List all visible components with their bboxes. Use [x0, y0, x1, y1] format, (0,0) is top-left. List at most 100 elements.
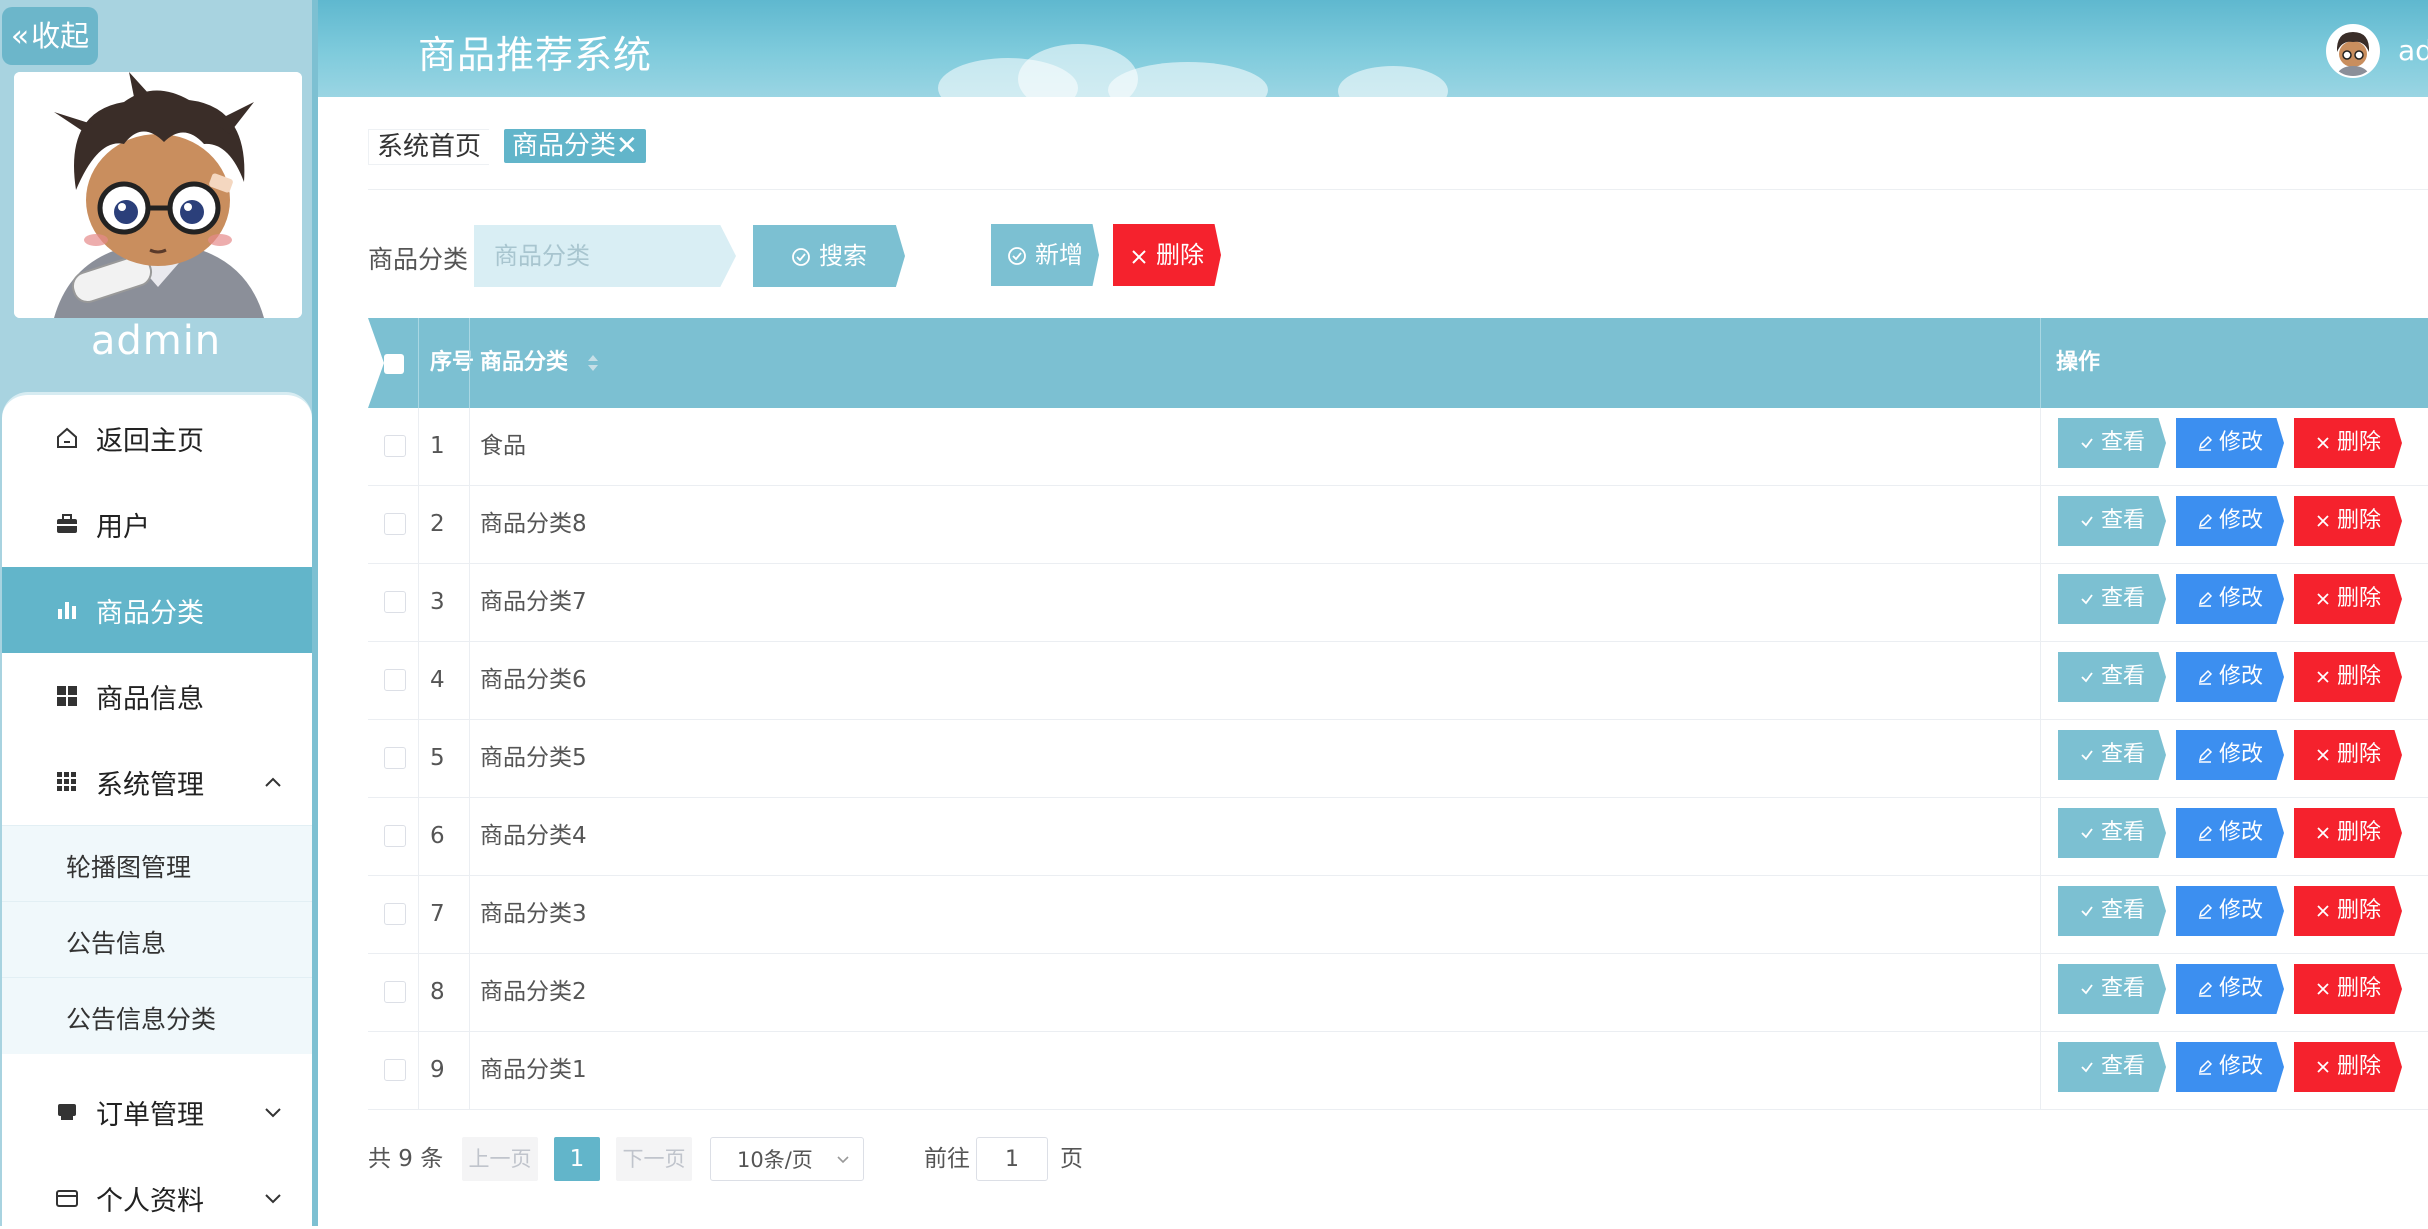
- collapse-button[interactable]: «收起: [2, 7, 98, 65]
- delete-button[interactable]: 删除: [2294, 652, 2402, 702]
- row-checkbox[interactable]: [384, 591, 406, 613]
- column-divider: [418, 486, 419, 563]
- collapse-label: 收起: [31, 19, 90, 53]
- header-avatar[interactable]: [2326, 24, 2380, 78]
- sidebar-item-label: 订单管理: [96, 1100, 204, 1131]
- view-button[interactable]: 查看: [2058, 808, 2166, 858]
- sidebar-username: admin: [90, 318, 222, 364]
- search-label: 商品分类: [368, 245, 469, 274]
- edit-button[interactable]: 修改: [2176, 964, 2284, 1014]
- next-page-button[interactable]: 下一页: [616, 1137, 692, 1181]
- edit-icon: [2198, 747, 2213, 763]
- table-row: 8 商品分类2 查看 修改 删除: [368, 954, 2428, 1032]
- edit-button[interactable]: 修改: [2176, 652, 2284, 702]
- edit-button-label: 修改: [2218, 742, 2263, 767]
- sidebar-item-order-management[interactable]: 订单管理: [2, 1069, 312, 1155]
- page-number-button[interactable]: 1: [554, 1137, 600, 1181]
- row-category: 商品分类5: [480, 745, 587, 771]
- column-divider: [469, 564, 470, 641]
- close-icon[interactable]: ✕: [616, 131, 638, 161]
- row-category: 食品: [480, 433, 526, 459]
- delete-button[interactable]: 删除: [2294, 730, 2402, 780]
- sidebar-item-system-management[interactable]: 系统管理: [2, 739, 312, 825]
- sidebar-menu: 返回主页 用户 商品分类 商品信息 系统管理 轮播图管理 公告信息 公告信息分类…: [2, 392, 312, 1229]
- row-checkbox[interactable]: [384, 825, 406, 847]
- row-index: 7: [430, 901, 445, 927]
- add-button[interactable]: 新增: [991, 224, 1099, 286]
- sidebar-item-profile[interactable]: 个人资料: [2, 1155, 312, 1229]
- submenu-item-carousel[interactable]: 轮播图管理: [2, 825, 312, 902]
- batch-delete-button[interactable]: 删除: [1113, 224, 1221, 286]
- submenu-item-notice-category[interactable]: 公告信息分类: [2, 977, 312, 1054]
- column-header-label: 商品分类: [480, 350, 569, 375]
- app-title: 商品推荐系统: [418, 33, 653, 77]
- row-checkbox[interactable]: [384, 435, 406, 457]
- sidebar-item-product-category[interactable]: 商品分类: [2, 567, 312, 653]
- sidebar-item-product-info[interactable]: 商品信息: [2, 653, 312, 739]
- tab-home[interactable]: 系统首页: [368, 129, 490, 165]
- page-size-select[interactable]: 10条/页: [710, 1137, 864, 1181]
- submenu-item-notice[interactable]: 公告信息: [2, 901, 312, 978]
- row-checkbox[interactable]: [384, 903, 406, 925]
- edit-button[interactable]: 修改: [2176, 886, 2284, 936]
- view-button[interactable]: 查看: [2058, 1042, 2166, 1092]
- row-checkbox[interactable]: [384, 747, 406, 769]
- edit-button[interactable]: 修改: [2176, 1042, 2284, 1092]
- cloud-decoration: [1338, 66, 1448, 97]
- category-table: 序号 商品分类 操作 1 食品 查看 修改 删除 2 商品分类8 查看 修改 删除 3 商品分类7 查看…: [368, 318, 2428, 1110]
- row-checkbox[interactable]: [384, 981, 406, 1003]
- prev-page-button[interactable]: 上一页: [462, 1137, 538, 1181]
- check-circle-icon: [792, 248, 810, 266]
- delete-button[interactable]: 删除: [2294, 808, 2402, 858]
- row-index: 3: [430, 589, 445, 615]
- delete-button-label: 删除: [2336, 898, 2381, 923]
- edit-icon: [2198, 591, 2213, 607]
- view-button[interactable]: 查看: [2058, 652, 2166, 702]
- column-divider: [2040, 954, 2041, 1031]
- edit-button[interactable]: 修改: [2176, 496, 2284, 546]
- home-icon: [57, 427, 77, 448]
- column-header-category[interactable]: 商品分类: [480, 318, 600, 408]
- row-checkbox[interactable]: [384, 669, 406, 691]
- sidebar-item-label: 系统管理: [96, 770, 204, 801]
- edit-button[interactable]: 修改: [2176, 418, 2284, 468]
- select-all-checkbox[interactable]: [384, 354, 404, 374]
- view-button[interactable]: 查看: [2058, 964, 2166, 1014]
- edit-button[interactable]: 修改: [2176, 808, 2284, 858]
- header-username[interactable]: admin: [2398, 34, 2428, 67]
- goto-page-input[interactable]: [976, 1137, 1048, 1181]
- view-button[interactable]: 查看: [2058, 886, 2166, 936]
- edit-button[interactable]: 修改: [2176, 574, 2284, 624]
- view-button[interactable]: 查看: [2058, 418, 2166, 468]
- chevron-down-icon: [265, 1194, 281, 1204]
- delete-button[interactable]: 删除: [2294, 574, 2402, 624]
- row-checkbox[interactable]: [384, 1059, 406, 1081]
- search-button[interactable]: 搜索: [753, 225, 905, 287]
- wallet-icon: [56, 1190, 78, 1207]
- check-icon: [2081, 828, 2093, 839]
- sort-caret-icon[interactable]: [586, 352, 600, 374]
- delete-button-label: 删除: [2336, 1054, 2381, 1079]
- search-input[interactable]: [474, 225, 736, 287]
- edit-button-label: 修改: [2218, 820, 2263, 845]
- column-header-actions: 操作: [2056, 350, 2101, 375]
- submenu-item-label: 公告信息: [66, 929, 167, 958]
- view-button[interactable]: 查看: [2058, 574, 2166, 624]
- edit-button[interactable]: 修改: [2176, 730, 2284, 780]
- delete-button[interactable]: 删除: [2294, 1042, 2402, 1092]
- apps-icon: [57, 772, 76, 791]
- tab-product-category[interactable]: 商品分类✕: [504, 129, 646, 163]
- sidebar-item-home[interactable]: 返回主页: [2, 395, 312, 481]
- edit-button-label: 修改: [2218, 976, 2263, 1001]
- view-button[interactable]: 查看: [2058, 496, 2166, 546]
- delete-button[interactable]: 删除: [2294, 964, 2402, 1014]
- view-button[interactable]: 查看: [2058, 730, 2166, 780]
- row-checkbox[interactable]: [384, 513, 406, 535]
- delete-button[interactable]: 删除: [2294, 496, 2402, 546]
- delete-button[interactable]: 删除: [2294, 418, 2402, 468]
- column-divider: [418, 876, 419, 953]
- delete-button[interactable]: 删除: [2294, 886, 2402, 936]
- row-index: 2: [430, 511, 445, 537]
- sidebar-item-label: 商品信息: [96, 684, 204, 715]
- sidebar-item-users[interactable]: 用户: [2, 481, 312, 567]
